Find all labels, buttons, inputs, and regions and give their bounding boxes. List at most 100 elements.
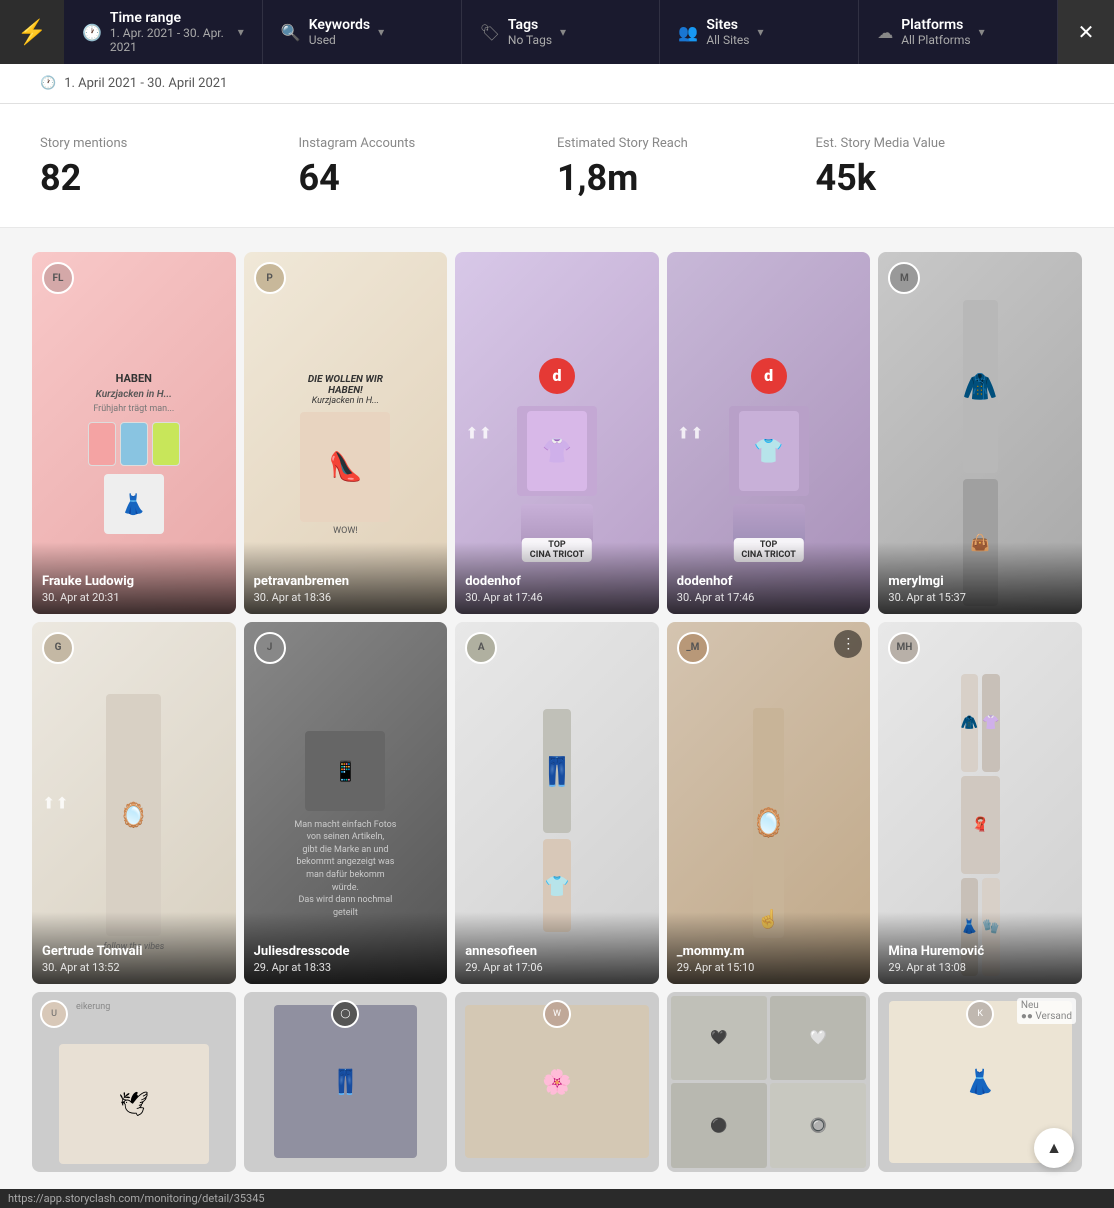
card-overlay-8: annesofieen 29. Apr at 17:06 bbox=[455, 912, 659, 984]
card-overlay-6: Gertrude Tomvall 30. Apr at 13:52 bbox=[32, 912, 236, 984]
card-username-dodenhof2: dodenhof bbox=[677, 574, 861, 589]
date-subtitle-bar: 🕐 1. April 2021 - 30. April 2021 bbox=[0, 64, 1114, 104]
filter-tags-value: No Tags bbox=[508, 33, 552, 47]
chevron-down-icon-3: ▾ bbox=[560, 25, 566, 39]
card-menu-area-mommy: ⋮ bbox=[834, 630, 862, 658]
avatar-gertrude: G bbox=[42, 632, 74, 664]
filter-sites-value: All Sites bbox=[706, 33, 749, 47]
filter-platforms-value: All Platforms bbox=[901, 33, 970, 47]
search-icon: 🔍 bbox=[281, 23, 301, 42]
avatar-julies: J bbox=[254, 632, 286, 664]
card-overlay-9: _mommy.m 29. Apr at 15:10 bbox=[667, 912, 871, 984]
gallery-card-annesofieen[interactable]: 👖 👕 A annesofieen 29. Apr at 17:06 bbox=[455, 622, 659, 984]
filter-tags-label: Tags bbox=[508, 17, 552, 33]
filter-sites-content: Sites All Sites bbox=[706, 17, 749, 47]
card-date-petra: 30. Apr at 18:36 bbox=[254, 591, 438, 604]
chevron-down-icon-5: ▾ bbox=[979, 25, 985, 39]
dodenhof-icon-2: d bbox=[751, 358, 787, 394]
filter-time-range[interactable]: 🕐 Time range 1. Apr. 2021 - 30. Apr. 202… bbox=[64, 0, 263, 64]
gallery-card-frauke[interactable]: HABEN Kurzjacken in H... Frühjahr trägt … bbox=[32, 252, 236, 614]
logo-icon: ⚡ bbox=[17, 18, 47, 46]
card-username-annesofieen: annesofieen bbox=[465, 944, 649, 959]
chevron-down-icon: ▾ bbox=[238, 25, 244, 39]
gallery-card-mommy[interactable]: 🪞 ☝ _M ⋮ _mommy.m 29. Apr at 15:10 bbox=[667, 622, 871, 984]
stat-story-mentions-value: 82 bbox=[40, 157, 275, 199]
stat-instagram-accounts-label: Instagram Accounts bbox=[299, 136, 534, 151]
partial-card-3[interactable]: 🌸 W bbox=[455, 992, 659, 1172]
clock-icon: 🕐 bbox=[82, 23, 102, 42]
stat-media-value-value: 45k bbox=[816, 157, 1051, 199]
status-url: https://app.storyclash.com/monitoring/de… bbox=[8, 1192, 265, 1205]
card-overlay-1: Frauke Ludowig 30. Apr at 20:31 bbox=[32, 542, 236, 614]
partial-card-4[interactable]: 🖤 🤍 ⚫ 🔘 bbox=[667, 992, 871, 1172]
gallery-card-julies[interactable]: 📱 Man macht einfach Fotosvon seinen Arti… bbox=[244, 622, 448, 984]
stat-story-reach-value: 1,8m bbox=[557, 157, 792, 199]
gallery-card-petra[interactable]: DIE WOLLEN WIRHABEN! Kurzjacken in H... … bbox=[244, 252, 448, 614]
gallery-row-1: HABEN Kurzjacken in H... Frühjahr trägt … bbox=[32, 252, 1082, 614]
chevron-down-icon-2: ▾ bbox=[378, 25, 384, 39]
date-clock-icon: 🕐 bbox=[40, 76, 56, 91]
filter-keywords-value: Used bbox=[309, 33, 370, 47]
card-overlay-5: merylmgi 30. Apr at 15:37 bbox=[878, 542, 1082, 614]
stats-row: Story mentions 82 Instagram Accounts 64 … bbox=[0, 104, 1114, 228]
card-username-petra: petravanbremen bbox=[254, 574, 438, 589]
partial-card-2[interactable]: 👖 ◯ bbox=[244, 992, 448, 1172]
filter-keywords-content: Keywords Used bbox=[309, 17, 370, 47]
filter-tags[interactable]: 🏷 Tags No Tags ▾ bbox=[462, 0, 661, 64]
gallery-card-dodenhof-2[interactable]: d 👕 TOPCINA TRICOT ⬆⬆ dodenhof 30. Apr a… bbox=[667, 252, 871, 614]
card-overlay-3: dodenhof 30. Apr at 17:46 bbox=[455, 542, 659, 614]
stat-story-reach-label: Estimated Story Reach bbox=[557, 136, 792, 151]
card-date-frauke: 30. Apr at 20:31 bbox=[42, 591, 226, 604]
avatar-frauke: FL bbox=[42, 262, 74, 294]
stat-media-value-label: Est. Story Media Value bbox=[816, 136, 1051, 151]
card-username-mommy: _mommy.m bbox=[677, 944, 861, 959]
cloud-icon: ☁ bbox=[877, 23, 893, 42]
card-date-julies: 29. Apr at 18:33 bbox=[254, 961, 438, 974]
gallery-section: HABEN Kurzjacken in H... Frühjahr trägt … bbox=[0, 228, 1114, 1196]
date-subtitle-text: 1. April 2021 - 30. April 2021 bbox=[64, 76, 227, 91]
stat-instagram-accounts-value: 64 bbox=[299, 157, 534, 199]
card-date-annesofieen: 29. Apr at 17:06 bbox=[465, 961, 649, 974]
filter-time-content: Time range 1. Apr. 2021 - 30. Apr. 2021 bbox=[110, 10, 230, 54]
users-icon: 👥 bbox=[678, 23, 698, 42]
stat-media-value: Est. Story Media Value 45k bbox=[816, 136, 1075, 199]
gallery-card-gertrude[interactable]: 🪞 follow the vibes G ⬆⬆ Gertrude Tomvall… bbox=[32, 622, 236, 984]
stat-story-reach: Estimated Story Reach 1,8m bbox=[557, 136, 816, 199]
scroll-to-top-button[interactable]: ▲ bbox=[1034, 1128, 1074, 1168]
card-date-merylmgi: 30. Apr at 15:37 bbox=[888, 591, 1072, 604]
partial-card-1[interactable]: U eikerung 🕊 bbox=[32, 992, 236, 1172]
avatar-petra: P bbox=[254, 262, 286, 294]
filter-platforms[interactable]: ☁ Platforms All Platforms ▾ bbox=[859, 0, 1058, 64]
card-overlay-7: Juliesdresscode 29. Apr at 18:33 bbox=[244, 912, 448, 984]
card-date-mina: 29. Apr at 13:08 bbox=[888, 961, 1072, 974]
filter-keywords[interactable]: 🔍 Keywords Used ▾ bbox=[263, 0, 462, 64]
card-username-dodenhof1: dodenhof bbox=[465, 574, 649, 589]
avatar-mommy: _M bbox=[677, 632, 709, 664]
card-menu-button-mommy[interactable]: ⋮ bbox=[834, 630, 862, 658]
filter-sites[interactable]: 👥 Sites All Sites ▾ bbox=[660, 0, 859, 64]
gallery-card-merylmgi[interactable]: 🧥 👜 M merylmgi 30. Apr at 15:37 bbox=[878, 252, 1082, 614]
card-username-mina: Mina Huremović bbox=[888, 944, 1072, 959]
card-username-julies: Juliesdresscode bbox=[254, 944, 438, 959]
avatar-annesofieen: A bbox=[465, 632, 497, 664]
close-icon: ✕ bbox=[1078, 20, 1095, 44]
card-username-merylmgi: merylmgi bbox=[888, 574, 1072, 589]
card-date-dodenhof1: 30. Apr at 17:46 bbox=[465, 591, 649, 604]
close-button[interactable]: ✕ bbox=[1058, 0, 1114, 64]
card-overlay-4: dodenhof 30. Apr at 17:46 bbox=[667, 542, 871, 614]
filter-platforms-label: Platforms bbox=[901, 17, 970, 33]
filter-platforms-content: Platforms All Platforms bbox=[901, 17, 970, 47]
card-date-gertrude: 30. Apr at 13:52 bbox=[42, 961, 226, 974]
tag-icon: 🏷 bbox=[480, 23, 500, 42]
dodenhof-icon-1: d bbox=[539, 358, 575, 394]
filter-keywords-label: Keywords bbox=[309, 17, 370, 33]
gallery-row-partial: U eikerung 🕊 👖 ◯ 🌸 W 🖤 🤍 bbox=[32, 992, 1082, 1172]
filter-time-value: 1. Apr. 2021 - 30. Apr. 2021 bbox=[110, 26, 230, 54]
stat-story-mentions: Story mentions 82 bbox=[40, 136, 299, 199]
gallery-card-dodenhof-1[interactable]: d 👚 TOPCINA TRICOT ⬆⬆ dodenhof 30. Apr a… bbox=[455, 252, 659, 614]
gallery-row-2: 🪞 follow the vibes G ⬆⬆ Gertrude Tomvall… bbox=[32, 622, 1082, 984]
gallery-card-mina[interactable]: 🧥 👚 🧣 👗 🧤 MH Mina Huremović 29. Apr at 1… bbox=[878, 622, 1082, 984]
filter-sites-label: Sites bbox=[706, 17, 749, 33]
status-bar: https://app.storyclash.com/monitoring/de… bbox=[0, 1189, 1114, 1208]
stat-story-mentions-label: Story mentions bbox=[40, 136, 275, 151]
